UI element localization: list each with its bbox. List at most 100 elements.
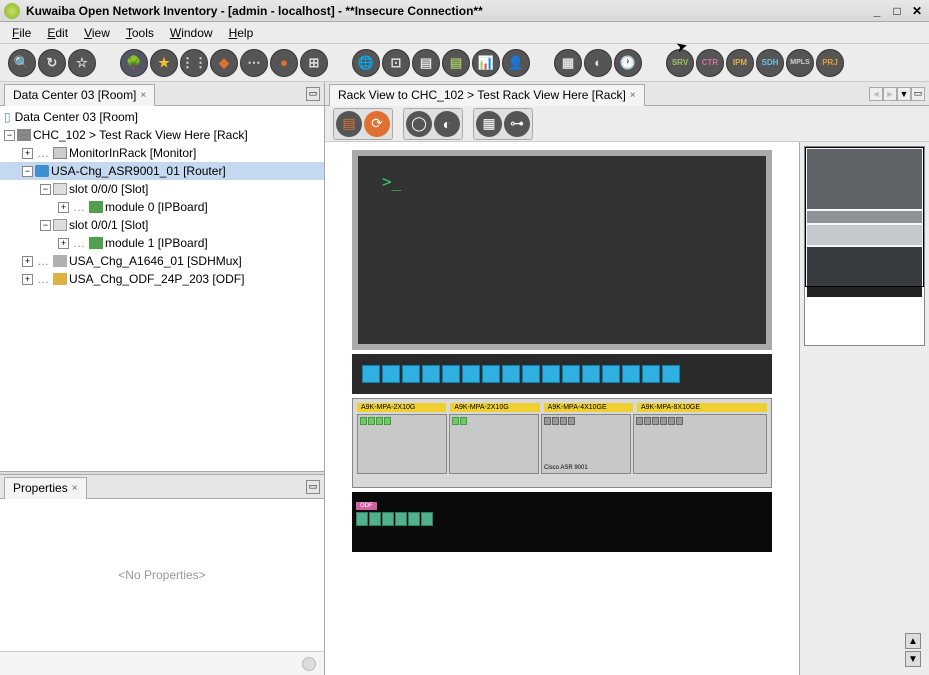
router-module[interactable] — [633, 414, 767, 474]
sdh-port[interactable] — [582, 365, 600, 383]
devices-icon[interactable]: ⊡ — [382, 49, 410, 77]
menu-file[interactable]: File — [4, 24, 39, 42]
sdh-port[interactable] — [622, 365, 640, 383]
star-icon[interactable]: ★ — [150, 49, 178, 77]
menu-window[interactable]: Window — [162, 24, 221, 42]
tree-node-rack[interactable]: − CHC_102 > Test Rack View Here [Rack] — [0, 126, 324, 144]
list2-icon[interactable]: ▤ — [442, 49, 470, 77]
srv-button[interactable] — [666, 49, 694, 77]
tree-root[interactable]: ▯ Data Center 03 [Room] — [0, 108, 324, 126]
dropdown-tab-icon[interactable]: ▼ — [897, 87, 911, 101]
tab-datacenter[interactable]: Data Center 03 [Room] × — [4, 84, 155, 106]
odf-port[interactable] — [421, 512, 433, 526]
ipm-button[interactable] — [726, 49, 754, 77]
tree-node-slot0[interactable]: − slot 0/0/0 [Slot] — [0, 180, 324, 198]
tab-close-icon[interactable]: × — [630, 90, 636, 101]
port[interactable] — [636, 417, 643, 425]
sdh-port[interactable] — [382, 365, 400, 383]
tree-icon[interactable]: 🌳 — [120, 49, 148, 77]
rack-unit-odf[interactable]: ODF — [352, 492, 772, 552]
collapse-icon[interactable]: − — [22, 166, 33, 177]
sdh-port[interactable] — [602, 365, 620, 383]
port[interactable] — [676, 417, 683, 425]
collapse-icon[interactable]: − — [4, 130, 15, 141]
prev-tab-icon[interactable]: ◄ — [869, 87, 883, 101]
mpls-button[interactable] — [786, 49, 814, 77]
chart-icon[interactable]: 📊 — [472, 49, 500, 77]
port[interactable] — [560, 417, 567, 425]
sdh-port[interactable] — [642, 365, 660, 383]
tab-rackview[interactable]: Rack View to CHC_102 > Test Rack View He… — [329, 84, 645, 106]
globe-icon[interactable]: 🌐 — [352, 49, 380, 77]
panel-minimize-icon[interactable]: ▭ — [306, 87, 320, 101]
expand-icon[interactable]: + — [58, 202, 69, 213]
port[interactable] — [384, 417, 391, 425]
document-icon[interactable]: ▤ — [336, 111, 362, 137]
sdh-port[interactable] — [402, 365, 420, 383]
sdh-port[interactable] — [522, 365, 540, 383]
sdh-port[interactable] — [562, 365, 580, 383]
sdh-port[interactable] — [542, 365, 560, 383]
port[interactable] — [452, 417, 459, 425]
expand-icon[interactable]: + — [22, 148, 33, 159]
router-module[interactable] — [357, 414, 447, 474]
router-module[interactable]: Cisco ASR 9001 — [541, 414, 631, 474]
port[interactable] — [368, 417, 375, 425]
expand-icon[interactable]: + — [58, 238, 69, 249]
sdh-port[interactable] — [502, 365, 520, 383]
port[interactable] — [376, 417, 383, 425]
odf-port[interactable] — [356, 512, 368, 526]
tree-node-module0[interactable]: + … module 0 [IPBoard] — [0, 198, 324, 216]
search-icon[interactable]: 🔍 — [8, 49, 36, 77]
rack-unit-sdh[interactable] — [352, 354, 772, 394]
odf-port[interactable] — [408, 512, 420, 526]
orange-icon[interactable]: ● — [270, 49, 298, 77]
odf-port[interactable] — [382, 512, 394, 526]
scroll-down-icon[interactable]: ▼ — [905, 651, 921, 667]
tab-close-icon[interactable]: × — [72, 483, 78, 494]
rack-canvas[interactable]: >_ A9K-MPA-2X10G A9K-MPA-2X10G A9K-MPA-4… — [325, 142, 799, 675]
prj-button[interactable] — [816, 49, 844, 77]
refresh-orange-icon[interactable]: ⟳ — [364, 111, 390, 137]
port[interactable] — [360, 417, 367, 425]
grid-view-icon[interactable]: ▦ — [476, 111, 502, 137]
tree-node-odf[interactable]: + … USA_Chg_ODF_24P_203 [ODF] — [0, 270, 324, 288]
port[interactable] — [660, 417, 667, 425]
tree-node-sdh[interactable]: + … USA_Chg_A1646_01 [SDHMux] — [0, 252, 324, 270]
grid-icon[interactable]: ◆ — [210, 49, 238, 77]
network-icon[interactable]: ⋮⋮ — [180, 49, 208, 77]
rack-unit-router[interactable]: A9K-MPA-2X10G A9K-MPA-2X10G A9K-MPA-4X10… — [352, 398, 772, 488]
port[interactable] — [460, 417, 467, 425]
circle-icon[interactable]: ◯ — [406, 111, 432, 137]
menu-view[interactable]: View — [76, 24, 118, 42]
odf-port[interactable] — [369, 512, 381, 526]
half-circle-icon[interactable]: ◐ — [434, 111, 460, 137]
sdh-button[interactable] — [756, 49, 784, 77]
port[interactable] — [544, 417, 551, 425]
topology-icon[interactable]: ⊞ — [300, 49, 328, 77]
rack-unit-monitor[interactable]: >_ — [352, 150, 772, 350]
minimap-viewport[interactable] — [805, 147, 924, 287]
refresh-icon[interactable]: ↻ — [38, 49, 66, 77]
clock-icon[interactable]: 🕐 — [614, 49, 642, 77]
tab-close-icon[interactable]: × — [140, 90, 146, 101]
tree-node-monitor[interactable]: + … MonitorInRack [Monitor] — [0, 144, 324, 162]
star-outline-icon[interactable]: ☆ — [68, 49, 96, 77]
tree-node-router[interactable]: − USA-Chg_ASR9001_01 [Router] — [0, 162, 324, 180]
expand-icon[interactable]: + — [22, 256, 33, 267]
ctr-button[interactable] — [696, 49, 724, 77]
tab-properties[interactable]: Properties × — [4, 477, 87, 499]
minimize-button[interactable]: _ — [869, 3, 885, 19]
menu-edit[interactable]: Edit — [39, 24, 76, 42]
close-button[interactable]: ✕ — [909, 3, 925, 19]
sdh-port[interactable] — [662, 365, 680, 383]
cpu-icon[interactable]: ▦ — [554, 49, 582, 77]
tree-node-module1[interactable]: + … module 1 [IPBoard] — [0, 234, 324, 252]
maximize-tab-icon[interactable]: ▭ — [911, 87, 925, 101]
sdh-port[interactable] — [482, 365, 500, 383]
odf-port[interactable] — [395, 512, 407, 526]
port[interactable] — [668, 417, 675, 425]
navigation-tree[interactable]: ▯ Data Center 03 [Room] − CHC_102 > Test… — [0, 106, 324, 471]
port[interactable] — [644, 417, 651, 425]
next-tab-icon[interactable]: ► — [883, 87, 897, 101]
